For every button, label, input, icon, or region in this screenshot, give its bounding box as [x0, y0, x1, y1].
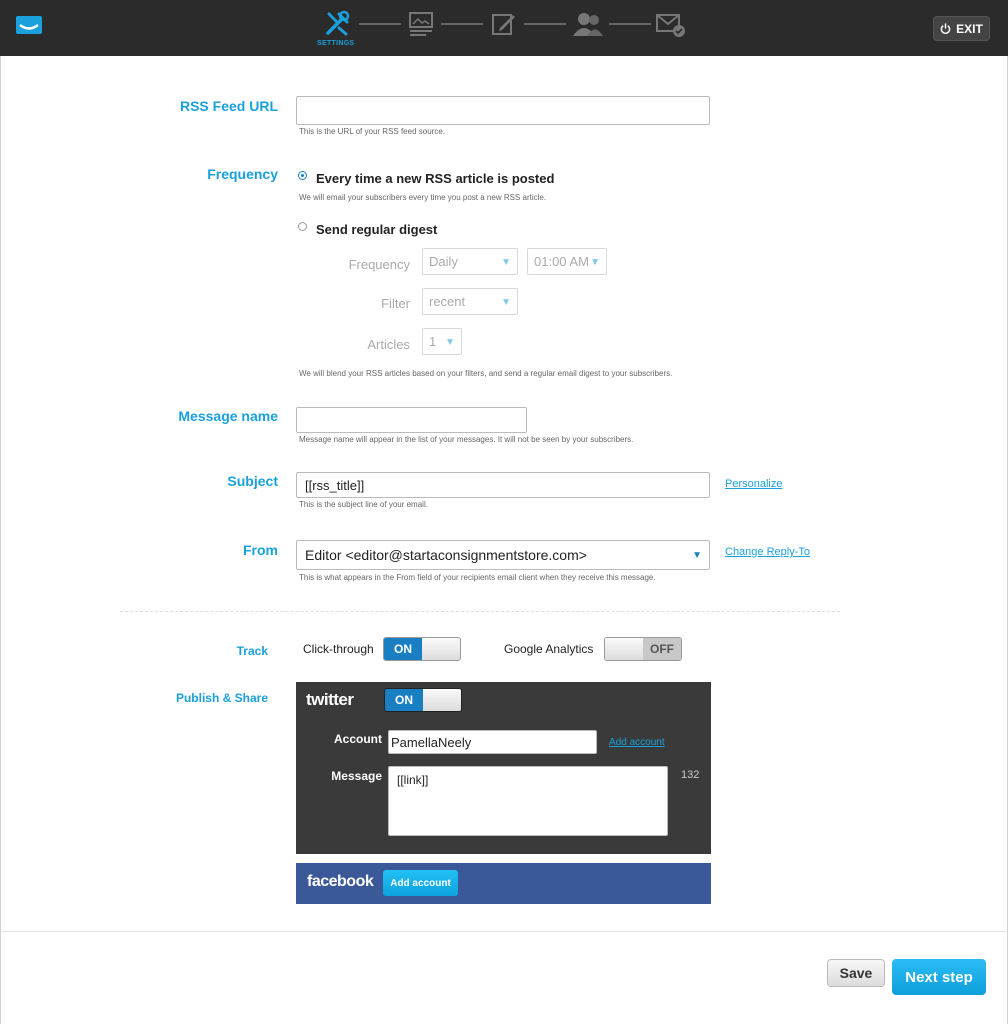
rss-feed-url-help: This is the URL of your RSS feed source.: [299, 127, 445, 136]
dropdown-arrow-icon: ▼: [445, 337, 455, 348]
toggle-knob: [423, 689, 461, 711]
power-icon: [940, 23, 951, 34]
facebook-panel: facebook Add account: [296, 863, 711, 904]
digest-help: We will blend your RSS articles based on…: [299, 369, 673, 378]
from-label: From: [243, 542, 278, 558]
twitter-logo: twitter: [306, 690, 354, 709]
toggle-state: ON: [385, 689, 423, 711]
toggle-knob: [605, 638, 643, 660]
toggle-knob: [422, 638, 460, 660]
next-step-button[interactable]: Next step: [892, 959, 986, 995]
digest-filter-value: recent: [429, 294, 466, 309]
digest-filter-select[interactable]: recent ▼: [422, 288, 518, 315]
exit-button[interactable]: EXIT: [933, 16, 990, 41]
click-through-toggle[interactable]: ON: [383, 637, 461, 661]
design-step-icon[interactable]: [409, 12, 433, 36]
toggle-state: OFF: [643, 638, 681, 660]
rss-feed-url-label: RSS Feed URL: [179, 98, 278, 114]
change-reply-to-link[interactable]: Change Reply-To: [725, 546, 810, 558]
step-connector: [441, 23, 483, 25]
from-select[interactable]: Editor <editor@startaconsignmentstore.co…: [296, 540, 710, 570]
twitter-toggle[interactable]: ON: [384, 688, 462, 712]
settings-step-label: SETTINGS: [317, 40, 355, 47]
send-step-icon[interactable]: [656, 14, 686, 38]
digest-frequency-value: Daily: [429, 254, 458, 269]
message-name-label: Message name: [178, 408, 278, 424]
option-every-article-help: We will email your subscribers every tim…: [299, 193, 547, 202]
personalize-link[interactable]: Personalize: [725, 478, 782, 490]
facebook-logo: facebook: [307, 873, 374, 890]
top-bar: SETTINGS EXIT: [0, 0, 1008, 56]
google-analytics-label: Google Analytics: [504, 642, 594, 656]
google-analytics-toggle[interactable]: OFF: [604, 637, 682, 661]
toggle-state: ON: [384, 638, 422, 660]
digest-articles-value: 1: [429, 334, 437, 349]
digest-time-select[interactable]: 01:00 AM ▼: [527, 248, 607, 275]
save-button[interactable]: Save: [827, 959, 885, 987]
track-label: Track: [236, 644, 268, 658]
step-connector: [609, 23, 651, 25]
twitter-add-account-link[interactable]: Add account: [609, 737, 665, 748]
digest-time-value: 01:00 AM: [534, 254, 589, 269]
section-divider: [120, 611, 840, 612]
twitter-account-input[interactable]: PamellaNeely: [388, 730, 597, 754]
digest-frequency-select[interactable]: Daily ▼: [422, 248, 518, 275]
digest-articles-label: Articles: [367, 337, 410, 352]
facebook-add-account-button[interactable]: Add account: [383, 870, 458, 896]
frequency-label: Frequency: [207, 166, 278, 182]
dropdown-arrow-icon: ▼: [590, 257, 600, 268]
twitter-message-label: Message: [331, 769, 382, 783]
digest-frequency-label: Frequency: [348, 257, 410, 272]
digest-filter-label: Filter: [381, 296, 410, 311]
dropdown-arrow-icon: ▼: [692, 550, 702, 561]
recipients-step-icon[interactable]: [573, 12, 603, 36]
step-connector: [359, 23, 401, 25]
from-value: Editor <editor@startaconsignmentstore.co…: [305, 547, 587, 563]
rss-feed-url-input[interactable]: [296, 96, 710, 125]
publish-share-label: Publish & Share: [175, 691, 268, 705]
twitter-panel: twitter ON Account PamellaNeely Add acco…: [296, 682, 711, 854]
twitter-account-label: Account: [334, 732, 382, 746]
message-name-help: Message name will appear in the list of …: [299, 435, 634, 444]
option-every-article-label[interactable]: Every time a new RSS article is posted: [316, 171, 554, 186]
message-name-input[interactable]: [296, 407, 527, 433]
digest-articles-select[interactable]: 1 ▼: [422, 328, 462, 355]
subject-input[interactable]: [[rss_title]]: [296, 472, 710, 498]
subject-label: Subject: [227, 473, 278, 489]
edit-step-icon[interactable]: [492, 12, 516, 36]
subject-help: This is the subject line of your email.: [299, 500, 428, 509]
dropdown-arrow-icon: ▼: [501, 297, 511, 308]
dropdown-arrow-icon: ▼: [501, 257, 511, 268]
from-help: This is what appears in the From field o…: [299, 573, 656, 582]
exit-label: EXIT: [956, 21, 983, 36]
option-regular-digest-label[interactable]: Send regular digest: [316, 222, 437, 237]
settings-step-icon[interactable]: [325, 10, 351, 36]
envelope-logo-icon[interactable]: [16, 16, 42, 34]
footer-divider: [0, 931, 1008, 932]
step-connector: [524, 23, 566, 25]
radio-every-article[interactable]: [298, 171, 307, 180]
click-through-label: Click-through: [303, 642, 374, 656]
twitter-message-textarea[interactable]: [[link]]: [388, 766, 668, 836]
radio-regular-digest[interactable]: [298, 222, 307, 231]
twitter-char-count: 132: [681, 769, 700, 781]
